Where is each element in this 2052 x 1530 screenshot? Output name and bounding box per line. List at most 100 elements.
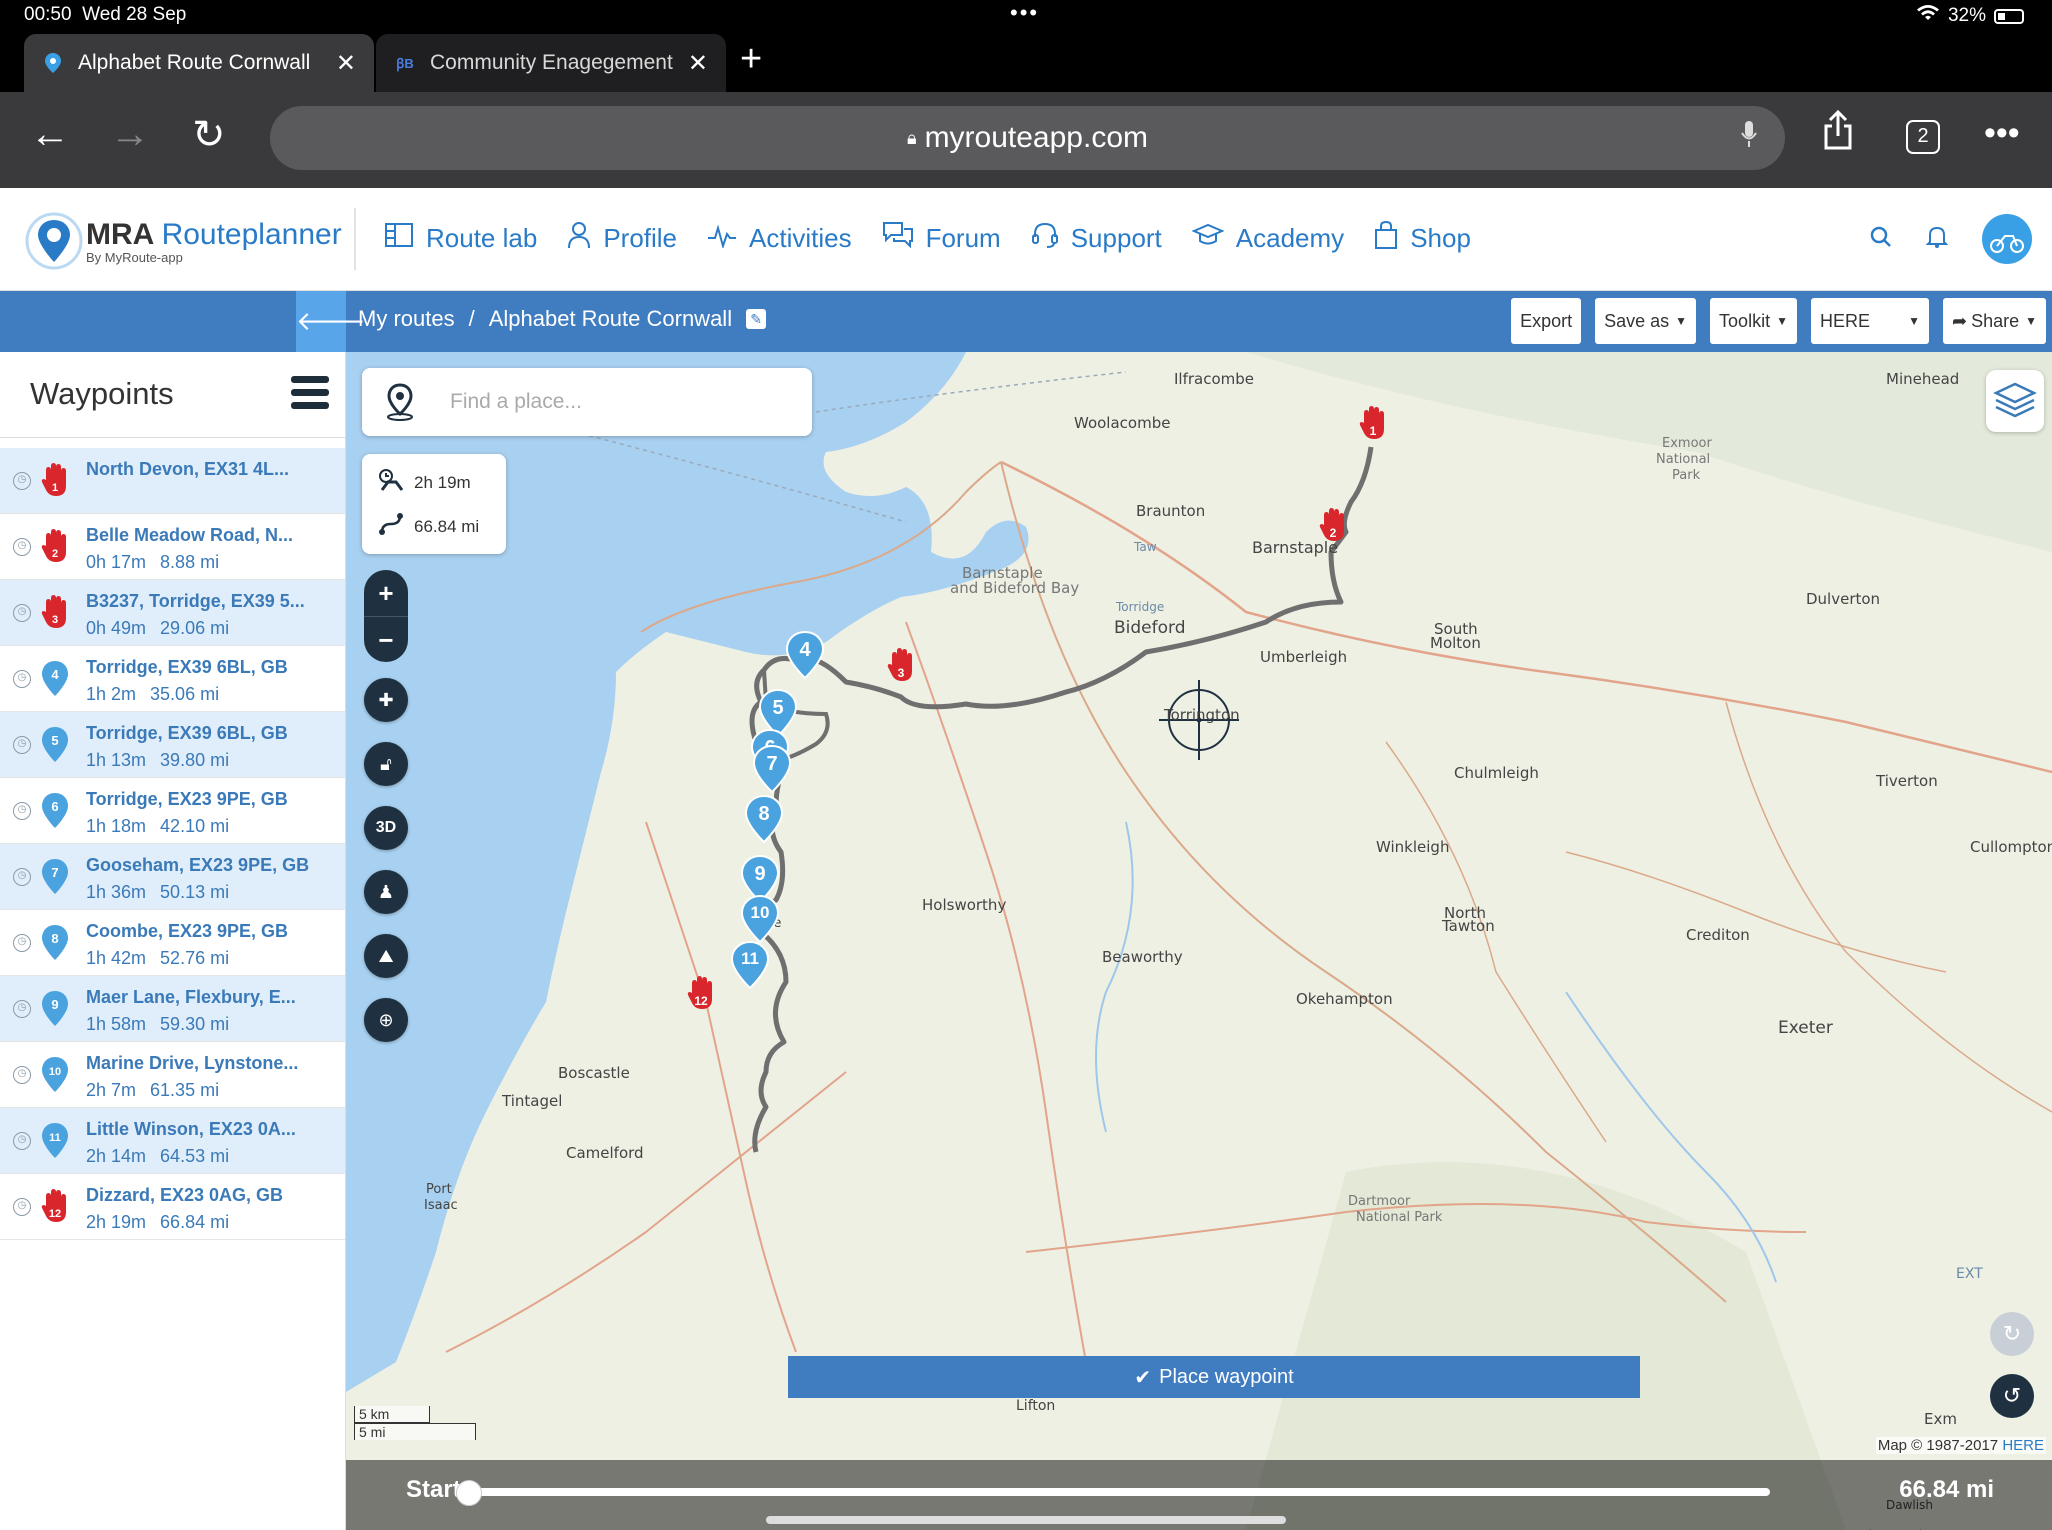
elevation-button[interactable]: ⛰ <box>364 934 408 978</box>
clock-icon[interactable]: ◷ <box>13 736 31 754</box>
list-item[interactable]: ◷ 12 Dizzard, EX23 0AG, GB 2h 19m 66.84 mi <box>0 1174 345 1240</box>
map-hand-marker[interactable]: 3 <box>886 646 916 686</box>
map-waypoint-marker[interactable]: 10 <box>740 894 780 944</box>
locate-me-button[interactable]: ⊕ <box>364 998 408 1042</box>
redo-button[interactable]: ↻ <box>1990 1312 2034 1356</box>
bell-icon[interactable] <box>1925 225 1949 254</box>
3d-view-button[interactable]: 3D <box>364 806 408 850</box>
waypoint-time: 1h 13m <box>86 750 147 770</box>
map-waypoint-marker[interactable]: 8 <box>744 794 784 844</box>
menu-item-forum[interactable]: Forum <box>882 220 1001 257</box>
multitask-dots[interactable]: ••• <box>1010 0 1039 26</box>
route-duration: 2h 19m <box>414 472 471 492</box>
map-waypoint-marker[interactable]: 7 <box>752 744 792 794</box>
tab-title: Community Enagegement <box>430 51 673 74</box>
export-button[interactable]: Export <box>1511 298 1582 344</box>
place-waypoint-button[interactable]: ✔ Place waypoint <box>788 1356 1640 1398</box>
avatar[interactable] <box>1982 214 2032 264</box>
tab-community[interactable]: ꞵB Community Enagegement ✕ <box>376 34 726 92</box>
waypoint-name: B3237, Torridge, EX39 5... <box>86 591 305 611</box>
hamburger-menu-icon[interactable] <box>291 376 329 415</box>
clock-icon[interactable]: ◷ <box>13 604 31 622</box>
waypoint-name: Maer Lane, Flexbury, E... <box>86 987 296 1007</box>
tab-count-button[interactable]: 2 <box>1906 120 1940 154</box>
menu-item-academy[interactable]: Academy <box>1191 220 1344 257</box>
close-tab-icon[interactable]: ✕ <box>688 49 708 78</box>
share-button[interactable]: ➦ Share ▼ <box>1942 298 2046 344</box>
list-item[interactable]: ◷ 2 Belle Meadow Road, N... 0h 17m 8.88 mi <box>0 514 345 580</box>
list-item[interactable]: ◷ 9 Maer Lane, Flexbury, E... 1h 58m 59.30 m… <box>0 976 345 1042</box>
route-slider-handle[interactable] <box>456 1480 482 1506</box>
map-place-label: Dulverton <box>1806 590 1881 608</box>
map-hand-marker[interactable]: 1 <box>1358 404 1388 444</box>
waypoint-time: 1h 2m <box>86 684 137 704</box>
list-item[interactable]: ◷ 1 North Devon, EX31 4L... <box>0 448 345 514</box>
clock-icon[interactable]: ◷ <box>13 538 31 556</box>
address-bar[interactable]: 🔒︎ myrouteapp.com <box>270 106 1785 170</box>
clock-icon[interactable]: ◷ <box>13 1132 31 1150</box>
undo-button[interactable]: ↺ <box>1990 1374 2034 1418</box>
toolkit-button[interactable]: Toolkit ▼ <box>1710 298 1797 344</box>
lock-button[interactable]: 🔓︎ <box>364 742 408 786</box>
list-item[interactable]: ◷ 3 B3237, Torridge, EX39 5... 0h 49m 29.06 … <box>0 580 345 646</box>
collapse-sidebar-button[interactable]: 🡐 <box>296 291 366 352</box>
menu-item-shop[interactable]: Shop <box>1374 220 1471 257</box>
hand-marker-icon: 12 <box>40 1188 70 1226</box>
list-item[interactable]: ◷ 11 Little Winson, EX23 0A... 2h 14m 64.53 … <box>0 1108 345 1174</box>
home-indicator <box>766 1516 1286 1524</box>
zoom-out-button[interactable]: − <box>364 616 408 662</box>
clock-icon[interactable]: ◷ <box>13 802 31 820</box>
waypoint-name: North Devon, EX31 4L... <box>86 459 290 479</box>
zoom-in-button[interactable]: + <box>364 570 408 616</box>
map-waypoint-marker[interactable]: 11 <box>730 940 770 990</box>
more-options-icon[interactable]: ••• <box>1984 114 2020 153</box>
header-divider <box>354 208 356 270</box>
map-place-label: Beaworthy <box>1102 948 1183 966</box>
menu-item-support[interactable]: Support <box>1031 220 1162 257</box>
mra-logo[interactable]: MRA Routeplanner By MyRoute-app <box>22 212 342 270</box>
map-view[interactable]: Ilfracombe Woolacombe Braunton Barnstaple Ba… <box>346 352 2052 1530</box>
layers-button[interactable] <box>1986 370 2044 432</box>
reload-icon[interactable]: ↻ <box>192 112 226 158</box>
clock-icon[interactable]: ◷ <box>13 1198 31 1216</box>
edit-route-name-icon[interactable]: ✎ <box>746 309 767 329</box>
clock-icon[interactable]: ◷ <box>13 472 31 490</box>
new-tab-icon[interactable]: + <box>740 38 762 81</box>
list-item[interactable]: ◷ 10 Marine Drive, Lynstone... 2h 7m 61.35 m… <box>0 1042 345 1108</box>
search-input[interactable]: Find a place... <box>450 390 582 414</box>
here-link[interactable]: HERE <box>2002 1437 2044 1454</box>
list-item[interactable]: ◷ 4 Torridge, EX39 6BL, GB 1h 2m 35.06 mi <box>0 646 345 712</box>
menu-item-route-lab[interactable]: Route lab <box>384 220 537 257</box>
map-canvas[interactable] <box>346 352 2052 1530</box>
list-item[interactable]: ◷ 5 Torridge, EX39 6BL, GB 1h 13m 39.80 mi <box>0 712 345 778</box>
route-slider-track[interactable] <box>474 1488 1770 1496</box>
list-item[interactable]: ◷ 8 Coombe, EX23 9PE, GB 1h 42m 52.76 mi <box>0 910 345 976</box>
map-provider-select[interactable]: HERE ▼ <box>1810 298 1929 344</box>
svg-text:8: 8 <box>51 931 58 946</box>
add-poi-button[interactable]: ✚ <box>364 678 408 722</box>
back-arrow-icon[interactable]: ← <box>30 112 70 157</box>
close-tab-icon[interactable]: ✕ <box>336 49 356 78</box>
save-as-button[interactable]: Save as ▼ <box>1595 298 1697 344</box>
clock-icon[interactable]: ◷ <box>13 1000 31 1018</box>
map-place-label: Winkleigh <box>1376 838 1450 856</box>
clock-icon[interactable]: ◷ <box>13 934 31 952</box>
list-item[interactable]: ◷ 7 Gooseham, EX23 9PE, GB 1h 36m 50.13 mi <box>0 844 345 910</box>
microphone-icon[interactable] <box>1741 120 1757 155</box>
place-search[interactable]: Find a place... <box>362 368 812 436</box>
menu-item-activities[interactable]: Activities <box>707 220 852 257</box>
list-item[interactable]: ◷ 6 Torridge, EX23 9PE, GB 1h 18m 42.10 mi <box>0 778 345 844</box>
clock-icon[interactable]: ◷ <box>13 868 31 886</box>
map-waypoint-marker[interactable]: 4 <box>785 630 825 680</box>
clock-icon[interactable]: ◷ <box>13 1066 31 1084</box>
clock-icon[interactable]: ◷ <box>13 670 31 688</box>
street-view-button[interactable]: ♟ <box>364 870 408 914</box>
map-hand-marker[interactable]: 2 <box>1318 506 1348 546</box>
tab-alphabet-route[interactable]: Alphabet Route Cornwall ✕ <box>24 34 374 92</box>
menu-item-profile[interactable]: Profile <box>567 220 677 257</box>
search-icon[interactable] <box>1870 226 1892 253</box>
map-hand-marker[interactable]: 12 <box>686 974 716 1014</box>
breadcrumb-my-routes[interactable]: My routes <box>358 306 455 332</box>
share-icon[interactable] <box>1822 109 1854 159</box>
forward-arrow-icon[interactable]: → <box>110 112 150 157</box>
